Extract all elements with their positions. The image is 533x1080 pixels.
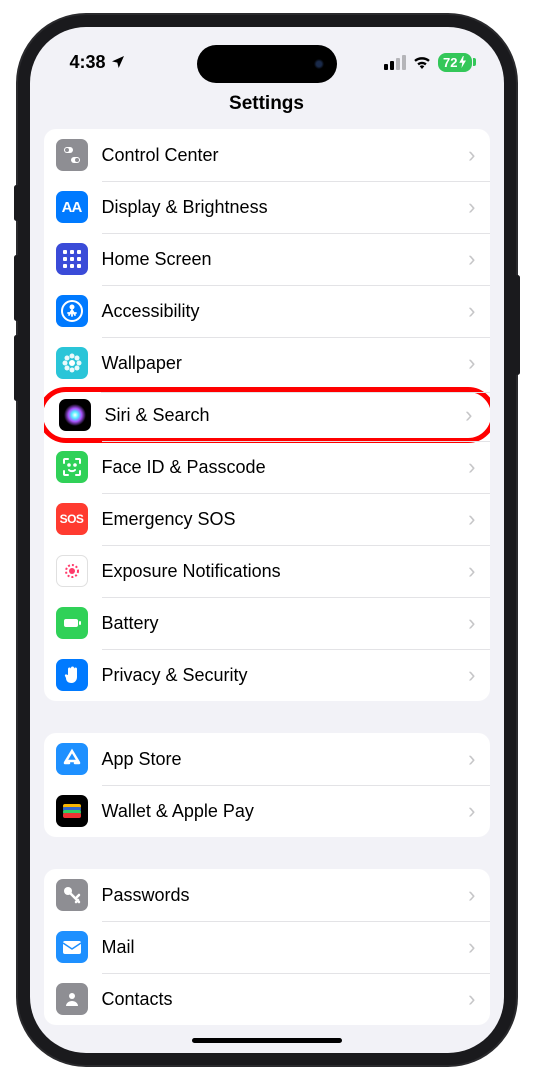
passwords-icon — [56, 879, 88, 911]
settings-list[interactable]: Control Center›AADisplay & Brightness›Ho… — [30, 129, 504, 1035]
row-label: Contacts — [102, 989, 469, 1010]
settings-row-wallpaper[interactable]: Wallpaper› — [44, 337, 490, 389]
control-center-icon — [56, 139, 88, 171]
chevron-right-icon: › — [468, 142, 475, 168]
chevron-right-icon: › — [468, 558, 475, 584]
battery-icon — [56, 607, 88, 639]
mail-icon — [56, 931, 88, 963]
accessibility-icon — [56, 295, 88, 327]
row-label: App Store — [102, 749, 469, 770]
display-icon: AA — [56, 191, 88, 223]
settings-row-passwords[interactable]: Passwords› — [44, 869, 490, 921]
row-label: Emergency SOS — [102, 509, 469, 530]
settings-row-contacts[interactable]: Contacts› — [44, 973, 490, 1025]
settings-row-accessibility[interactable]: Accessibility› — [44, 285, 490, 337]
contacts-icon — [56, 983, 88, 1015]
chevron-right-icon: › — [468, 246, 475, 272]
row-label: Battery — [102, 613, 469, 634]
battery-indicator: 72 — [438, 53, 471, 72]
settings-row-privacy[interactable]: Privacy & Security› — [44, 649, 490, 701]
chevron-right-icon: › — [468, 986, 475, 1012]
status-time: 4:38 — [70, 52, 106, 73]
phone-frame: 4:38 72 Settings Control Center›AADispla… — [18, 15, 516, 1065]
row-label: Home Screen — [102, 249, 469, 270]
row-label: Display & Brightness — [102, 197, 469, 218]
settings-row-exposure[interactable]: Exposure Notifications› — [44, 545, 490, 597]
page-title: Settings — [30, 87, 504, 129]
settings-row-wallet[interactable]: Wallet & Apple Pay› — [44, 785, 490, 837]
chevron-right-icon: › — [468, 298, 475, 324]
settings-row-siri[interactable]: Siri & Search› — [44, 387, 490, 443]
settings-row-faceid[interactable]: Face ID & Passcode› — [44, 441, 490, 493]
row-label: Control Center — [102, 145, 469, 166]
row-label: Face ID & Passcode — [102, 457, 469, 478]
chevron-right-icon: › — [468, 506, 475, 532]
row-label: Mail — [102, 937, 469, 958]
row-label: Wallpaper — [102, 353, 469, 374]
siri-icon — [59, 399, 91, 431]
exposure-icon — [56, 555, 88, 587]
chevron-right-icon: › — [468, 454, 475, 480]
settings-row-sos[interactable]: SOS Emergency SOS› — [44, 493, 490, 545]
appstore-icon — [56, 743, 88, 775]
settings-group: Control Center›AADisplay & Brightness›Ho… — [44, 129, 490, 701]
settings-group: App Store›Wallet & Apple Pay› — [44, 733, 490, 837]
row-label: Accessibility — [102, 301, 469, 322]
chevron-right-icon: › — [468, 194, 475, 220]
chevron-right-icon: › — [468, 350, 475, 376]
wallet-icon — [56, 795, 88, 827]
home-screen-icon — [56, 243, 88, 275]
settings-row-display[interactable]: AA Display & Brightness› — [44, 181, 490, 233]
sos-icon: SOS — [56, 503, 88, 535]
settings-row-home-screen[interactable]: Home Screen› — [44, 233, 490, 285]
cellular-icon — [384, 55, 406, 70]
row-label: Passwords — [102, 885, 469, 906]
screen: 4:38 72 Settings Control Center›AADispla… — [30, 27, 504, 1053]
settings-row-appstore[interactable]: App Store› — [44, 733, 490, 785]
chevron-right-icon: › — [468, 746, 475, 772]
settings-row-battery[interactable]: Battery› — [44, 597, 490, 649]
row-label: Exposure Notifications — [102, 561, 469, 582]
dynamic-island — [197, 45, 337, 83]
settings-row-control-center[interactable]: Control Center› — [44, 129, 490, 181]
home-indicator[interactable] — [192, 1038, 342, 1043]
chevron-right-icon: › — [468, 610, 475, 636]
settings-group: Passwords›Mail›Contacts› — [44, 869, 490, 1025]
row-label: Siri & Search — [105, 405, 466, 426]
wifi-icon — [412, 55, 432, 69]
chevron-right-icon: › — [468, 798, 475, 824]
location-icon — [110, 54, 126, 70]
faceid-icon — [56, 451, 88, 483]
row-label: Wallet & Apple Pay — [102, 801, 469, 822]
wallpaper-icon — [56, 347, 88, 379]
chevron-right-icon: › — [468, 882, 475, 908]
chevron-right-icon: › — [465, 402, 472, 428]
chevron-right-icon: › — [468, 934, 475, 960]
row-label: Privacy & Security — [102, 665, 469, 686]
chevron-right-icon: › — [468, 662, 475, 688]
settings-row-mail[interactable]: Mail› — [44, 921, 490, 973]
privacy-icon — [56, 659, 88, 691]
